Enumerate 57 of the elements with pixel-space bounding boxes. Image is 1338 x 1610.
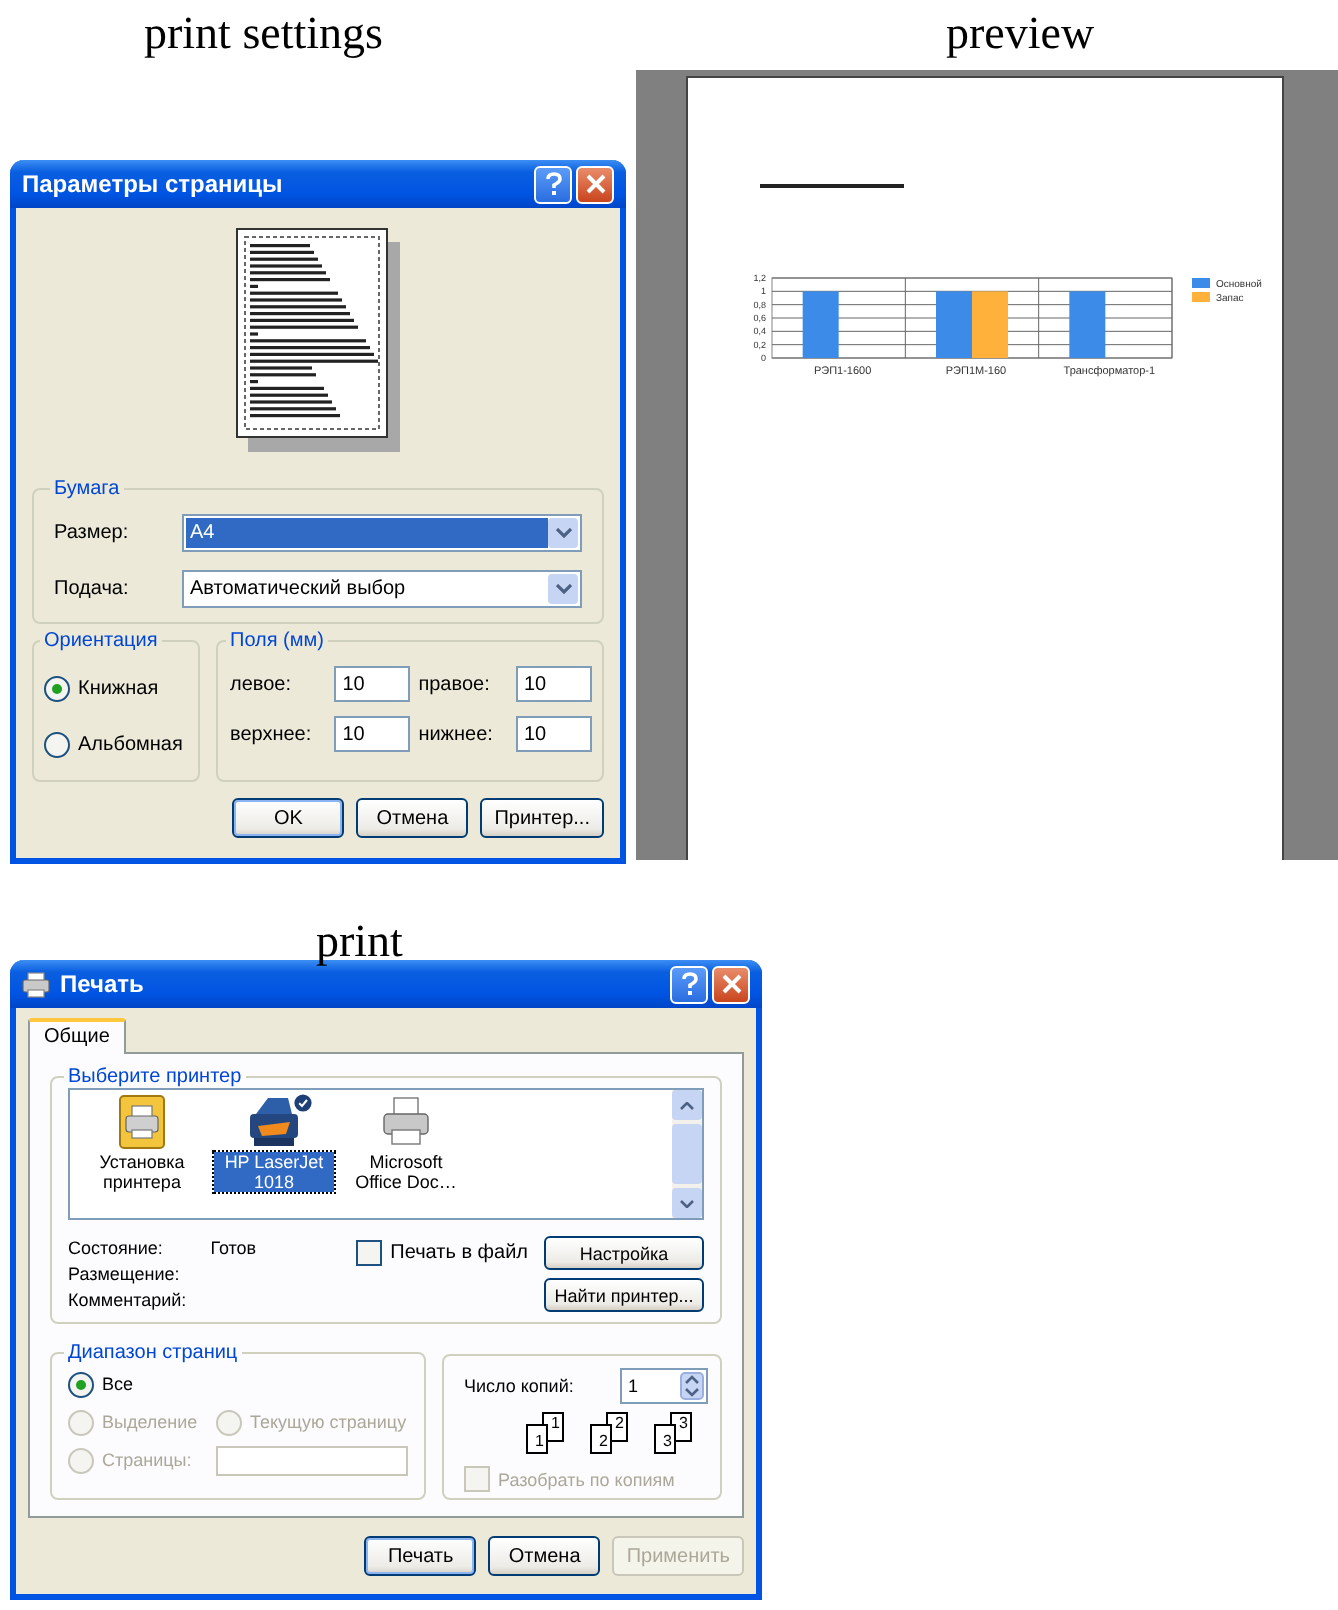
add-printer-icon	[116, 1094, 168, 1150]
orientation-radio[interactable]: Книжная	[44, 672, 188, 704]
margin-input[interactable]: 10	[516, 716, 592, 752]
dialog-button[interactable]: Отмена	[356, 798, 469, 838]
source-dropdown[interactable]: Автоматический выбор	[182, 570, 582, 608]
dialog-button[interactable]: Печать	[364, 1536, 477, 1576]
field-label: левое:	[230, 673, 293, 695]
tab[interactable]: Общие	[28, 1018, 126, 1054]
copies-spinbox[interactable]: 1	[620, 1368, 708, 1404]
group-label: Ориентация	[42, 630, 160, 652]
section-caption: preview	[946, 6, 1095, 62]
field-label: Подача:	[54, 578, 131, 600]
field-label: Размер:	[54, 522, 131, 544]
printer-item[interactable]: HP LaserJet 1018	[214, 1094, 334, 1214]
close-icon[interactable]	[576, 165, 614, 203]
scrollbar[interactable]	[672, 1090, 702, 1218]
printer-item[interactable]: Установка принтера	[82, 1094, 202, 1214]
dialog-button[interactable]: OK	[232, 798, 345, 838]
margin-input[interactable]: 10	[334, 716, 411, 752]
dialog-button[interactable]: Отмена	[488, 1536, 601, 1576]
group-label: Диапазон страниц	[66, 1342, 240, 1364]
window-title: Печать	[60, 970, 146, 998]
printer-icon	[378, 1094, 434, 1150]
dialog-button[interactable]: Найти принтер...	[544, 1278, 704, 1312]
spin-arrows-icon[interactable]	[680, 1372, 704, 1400]
status-value: Готов	[210, 1236, 257, 1262]
dialog-button[interactable]: Принтер...	[480, 798, 604, 838]
help-icon[interactable]	[670, 965, 708, 1003]
help-icon[interactable]	[534, 165, 572, 203]
window-title: Параметры страницы	[22, 170, 285, 198]
status-label: Комментарий:	[68, 1288, 187, 1314]
printer-icon	[244, 1094, 304, 1150]
group-label: Поля (мм)	[228, 630, 326, 652]
group-label: Выберите принтер	[66, 1066, 244, 1088]
field-label: верхнее:	[230, 723, 314, 745]
margin-input[interactable]: 10	[334, 666, 411, 702]
orientation-radio[interactable]: Альбомная	[44, 728, 188, 760]
pages-input[interactable]	[216, 1445, 408, 1475]
scroll-down-icon[interactable]	[672, 1188, 702, 1218]
printer-item[interactable]: Microsoft Office Doc…	[346, 1094, 466, 1214]
status-label: Состояние:	[68, 1236, 165, 1262]
field-label: нижнее:	[418, 723, 495, 745]
group-label: Бумага	[52, 478, 122, 500]
scroll-up-icon[interactable]	[672, 1090, 702, 1120]
margin-input[interactable]: 10	[516, 666, 592, 702]
size-dropdown[interactable]: A4	[182, 514, 582, 552]
section-caption: print	[316, 914, 403, 970]
section-caption: print settings	[144, 6, 383, 62]
printer-icon	[22, 971, 50, 997]
dialog-button[interactable]: Настройка	[544, 1236, 704, 1270]
field-label: правое:	[418, 673, 492, 695]
range-radio[interactable]: Все	[68, 1368, 216, 1400]
close-icon[interactable]	[712, 965, 750, 1003]
field-label: Число копий:	[464, 1376, 574, 1396]
print-to-file-checkbox[interactable]: Печать в файл	[356, 1240, 528, 1266]
status-label: Размещение:	[68, 1262, 182, 1288]
collate-drawing: 1 1 2 2 3 3	[464, 1412, 700, 1456]
